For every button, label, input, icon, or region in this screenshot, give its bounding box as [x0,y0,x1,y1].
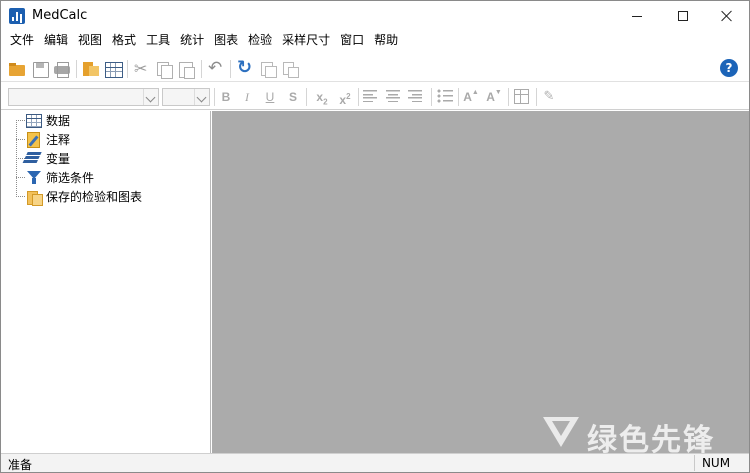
menu-format[interactable]: 格式 [107,31,141,51]
tree-item-label: 保存的检验和图表 [46,189,143,204]
menu-statistics[interactable]: 统计 [175,31,209,51]
tree-item-notes[interactable]: 注释 [16,130,70,148]
standard-toolbar: ? [1,56,749,82]
menu-tools[interactable]: 工具 [141,31,175,51]
menu-tests[interactable]: 检验 [243,31,277,51]
workspace-area[interactable] [212,111,749,453]
toolbar-separator [76,60,77,78]
menu-view[interactable]: 视图 [73,31,107,51]
menu-bar: 文件 编辑 视图 格式 工具 统计 图表 检验 采样尺寸 窗口 帮助 [1,31,749,51]
watermark-text: 绿色先锋 [587,423,715,458]
cut-icon[interactable] [132,59,152,79]
format-toolbar: B I U S x2 x2 A▲ A▼ ✎ [1,84,749,110]
menu-graphs[interactable]: 图表 [209,31,243,51]
font-grow-button[interactable]: A▲ [462,88,480,106]
toolbar-separator [230,60,231,78]
help-icon[interactable]: ? [720,59,738,77]
tree-item-filters[interactable]: 筛选条件 [16,168,94,186]
watermark: 绿色先锋 [541,409,741,469]
menu-file[interactable]: 文件 [5,31,39,51]
window-title: MedCalc [32,8,88,23]
open-icon[interactable] [7,59,27,79]
close-icon [721,10,733,22]
font-shrink-letter: A [486,90,495,104]
toolbar-separator [431,88,432,106]
app-logo-icon [9,8,25,24]
menu-edit[interactable]: 编辑 [39,31,73,51]
subscript-button[interactable]: x2 [313,88,331,106]
chevron-down-icon [143,89,158,105]
bold-button[interactable]: B [217,88,235,106]
tree-item-saved-tests-graphs[interactable]: 保存的检验和图表 [16,187,143,206]
toolbar-separator [358,88,359,106]
tree-branch [16,157,25,159]
tree-item-variables[interactable]: 变量 [16,149,70,167]
italic-button[interactable]: I [238,88,256,106]
subscript-mark: 2 [323,97,328,107]
toolbar-separator [458,88,459,106]
saved-items-icon [26,188,43,206]
align-left-icon[interactable] [363,90,377,102]
minimize-button[interactable] [614,1,660,31]
toolbar-separator [508,88,509,106]
toolbar-separator [127,60,128,78]
superscript-mark: 2 [346,92,351,101]
notes-icon [26,131,42,148]
title-bar: MedCalc [1,1,749,31]
contents-tree: 数据 注释 变量 筛选条件 保存的检验和图表 [3,111,211,453]
maximize-button[interactable] [660,1,706,31]
font-shrink-button[interactable]: A▼ [485,88,503,106]
undo-icon[interactable] [206,58,226,79]
paste-icon[interactable] [176,59,196,79]
spreadsheet-icon[interactable] [103,59,123,79]
duplicate-icon[interactable] [258,59,278,79]
font-size-select[interactable] [162,88,210,106]
close-button[interactable] [704,1,750,31]
font-grow-letter: A [463,90,472,104]
table-format-icon[interactable] [514,89,529,104]
duplicate-alt-icon[interactable] [280,59,300,79]
underline-button[interactable]: U [261,88,279,106]
maximize-icon [678,11,688,21]
app-window: MedCalc 文件 编辑 视图 格式 工具 统计 图表 检验 采样尺寸 窗口 … [0,0,750,473]
align-right-icon[interactable] [408,90,422,102]
tree-item-label: 注释 [46,132,71,147]
tree-item-label: 数据 [46,113,71,128]
variables-icon [26,150,42,166]
filter-icon [26,169,42,185]
menu-sample-size[interactable]: 采样尺寸 [277,31,335,51]
tree-item-label: 筛选条件 [46,170,95,185]
toolbar-separator [214,88,215,106]
menu-help[interactable]: 帮助 [369,31,403,51]
tree-branch [16,195,25,197]
superscript-button[interactable]: x2 [336,88,354,107]
toolbar-separator [306,88,307,106]
clear-format-icon[interactable]: ✎ [541,88,557,106]
font-name-select[interactable] [8,88,159,106]
toolbar-separator [536,88,537,106]
tree-item-label: 变量 [46,151,71,166]
tree-branch [16,138,25,140]
menu-window[interactable]: 窗口 [335,31,369,51]
minimize-icon [632,15,642,17]
refresh-icon[interactable] [235,57,255,79]
status-text: 准备 [8,458,33,472]
data-sheet-icon [26,113,42,128]
chevron-down-icon [194,89,209,105]
tree-branch [16,119,25,121]
tree-branch [16,176,25,178]
align-center-icon[interactable] [386,90,400,102]
font-grow-arrow-icon: ▲ [471,89,479,96]
watermark-logo-icon [541,415,581,451]
print-icon[interactable] [52,59,72,79]
save-icon[interactable] [30,59,50,79]
folder-icon[interactable] [81,59,101,79]
strikethrough-button[interactable]: S [284,88,302,106]
toolbar-separator [201,60,202,78]
tree-item-data[interactable]: 数据 [16,111,70,129]
bullet-list-icon[interactable] [437,89,453,103]
font-shrink-arrow-icon: ▼ [494,89,502,96]
copy-icon[interactable] [154,59,174,79]
